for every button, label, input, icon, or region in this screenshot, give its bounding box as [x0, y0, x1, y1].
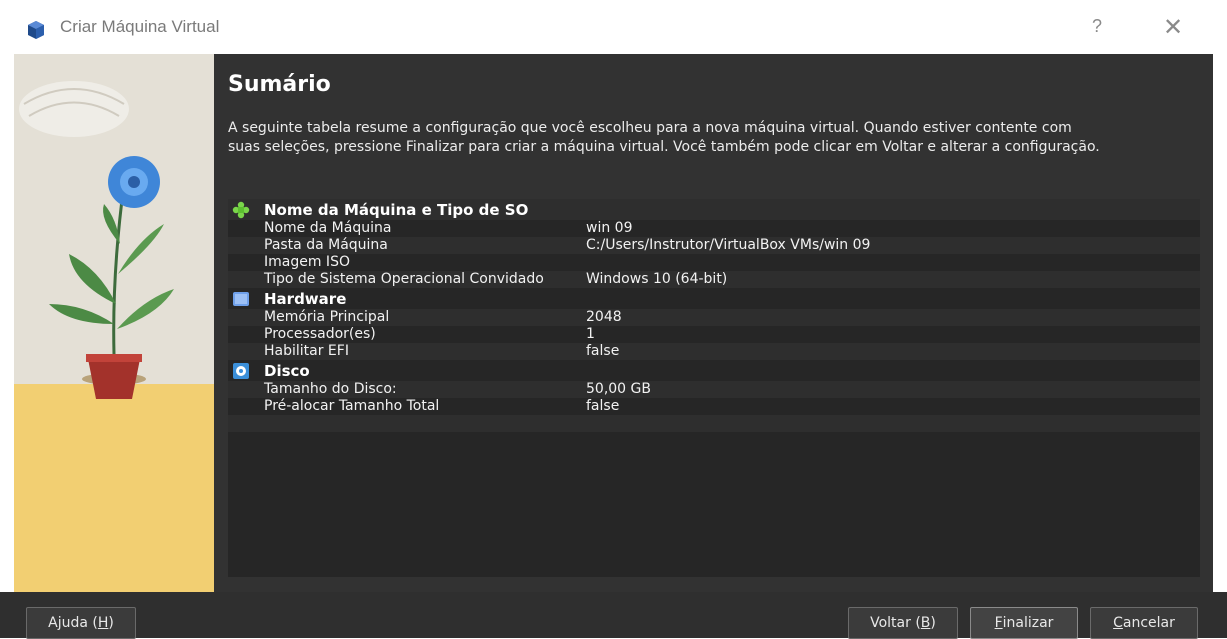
- table-row: Tamanho do Disco: 50,00 GB: [228, 381, 1200, 398]
- row-key: Habilitar EFI: [264, 343, 349, 359]
- row-value: Windows 10 (64-bit): [586, 271, 728, 287]
- section-header-hardware: Hardware: [228, 288, 1200, 309]
- cancel-button[interactable]: Cancelar: [1090, 607, 1198, 639]
- flower-pot-illustration: [14, 54, 214, 592]
- cancel-button-suffix: ancelar: [1122, 615, 1175, 631]
- title-bar: Criar Máquina Virtual ? ✕: [0, 0, 1227, 54]
- back-button[interactable]: Voltar (B): [848, 607, 958, 639]
- finish-button-suffix: inalizar: [1002, 615, 1054, 631]
- row-key: Memória Principal: [264, 309, 390, 325]
- help-button[interactable]: Ajuda (H): [26, 607, 136, 639]
- summary-description: A seguinte tabela resume a configuração …: [228, 120, 1100, 155]
- row-key: Pré-alocar Tamanho Total: [264, 398, 440, 414]
- table-row: Habilitar EFI false: [228, 343, 1200, 360]
- table-row: Pré-alocar Tamanho Total false: [228, 398, 1200, 415]
- row-key: Processador(es): [264, 326, 376, 342]
- row-key: Tamanho do Disco:: [264, 381, 397, 397]
- table-row: Memória Principal 2048: [228, 309, 1200, 326]
- row-value: 2048: [586, 309, 622, 325]
- row-value: false: [586, 343, 620, 359]
- page-title: Sumário: [228, 72, 331, 97]
- help-button-suffix: ): [108, 615, 114, 631]
- virtualbox-icon: [28, 21, 44, 39]
- disk-icon: [233, 363, 249, 379]
- summary-table[interactable]: Nome da Máquina e Tipo de SO Nome da Máq…: [228, 199, 1200, 577]
- table-row: Pasta da Máquina C:/Users/Instrutor/Virt…: [228, 237, 1200, 254]
- table-row: [228, 415, 1200, 432]
- back-button-label: Voltar (: [870, 615, 921, 631]
- section-header-disk: Disco: [228, 360, 1200, 381]
- table-row: Tipo de Sistema Operacional Convidado Wi…: [228, 271, 1200, 288]
- finish-button[interactable]: Finalizar: [970, 607, 1078, 639]
- table-row: Imagem ISO: [228, 254, 1200, 271]
- row-value: win 09: [586, 220, 633, 236]
- puzzle-icon: [232, 201, 250, 219]
- row-key: Nome da Máquina: [264, 220, 392, 236]
- back-button-suffix: ): [930, 615, 936, 631]
- help-button-mnemonic: H: [97, 615, 109, 631]
- help-button-label: Ajuda (: [48, 615, 98, 631]
- section-title: Nome da Máquina e Tipo de SO: [264, 201, 529, 219]
- section-header-name-os: Nome da Máquina e Tipo de SO: [228, 199, 1200, 220]
- window-title: Criar Máquina Virtual: [60, 17, 220, 36]
- row-key: Pasta da Máquina: [264, 237, 388, 253]
- finish-button-mnemonic: F: [994, 615, 1003, 631]
- row-key: Imagem ISO: [264, 254, 350, 270]
- chip-icon: [233, 292, 249, 306]
- close-icon[interactable]: ✕: [1163, 13, 1183, 41]
- row-value: C:/Users/Instrutor/VirtualBox VMs/win 09: [586, 237, 871, 253]
- row-value: 50,00 GB: [586, 381, 651, 397]
- row-value: false: [586, 398, 620, 414]
- section-title: Disco: [264, 362, 310, 380]
- row-key: Tipo de Sistema Operacional Convidado: [264, 271, 544, 287]
- table-row: Nome da Máquina win 09: [228, 220, 1200, 237]
- section-title: Hardware: [264, 290, 347, 308]
- help-question-icon[interactable]: ?: [1092, 16, 1102, 37]
- table-row: Processador(es) 1: [228, 326, 1200, 343]
- cancel-button-mnemonic: C: [1113, 615, 1123, 631]
- back-button-mnemonic: B: [920, 615, 931, 631]
- row-value: 1: [586, 326, 595, 342]
